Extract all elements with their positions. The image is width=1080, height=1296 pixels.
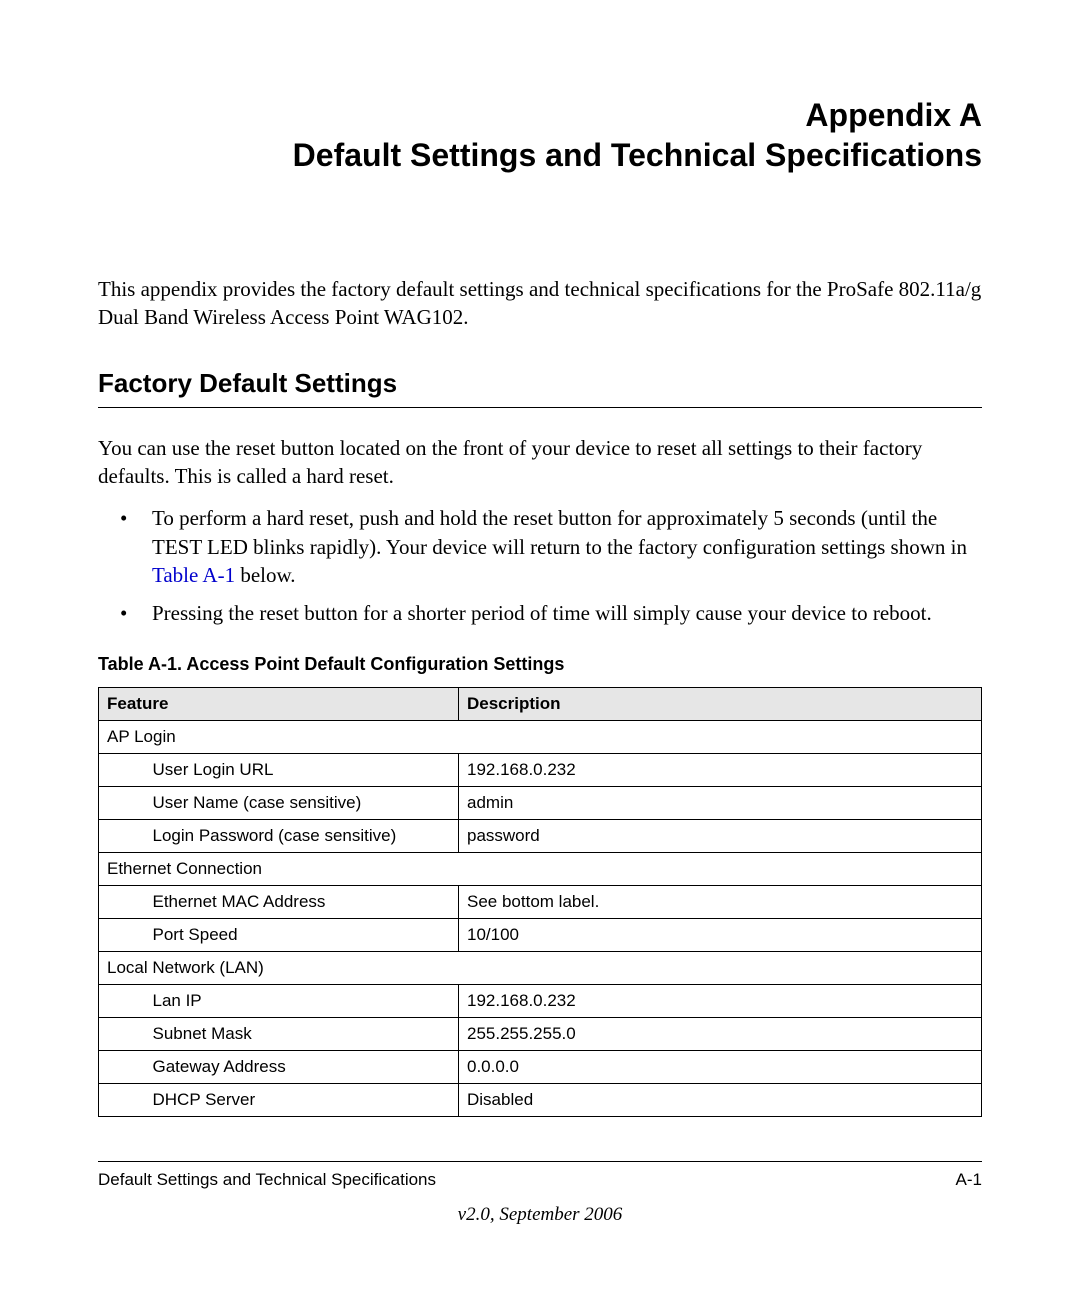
- table-row: Ethernet MAC Address See bottom label.: [99, 885, 982, 918]
- bullet-list: To perform a hard reset, push and hold t…: [98, 504, 982, 627]
- cell-desc: 10/100: [459, 918, 982, 951]
- cell-feature: User Login URL: [145, 753, 459, 786]
- footer-version: v2.0, September 2006: [98, 1204, 982, 1226]
- indent-cell: [99, 753, 145, 786]
- table-group-row: Ethernet Connection: [99, 852, 982, 885]
- cell-feature: Gateway Address: [145, 1050, 459, 1083]
- indent-cell: [99, 1083, 145, 1116]
- bullet-text-post: below.: [235, 563, 295, 587]
- body-paragraph: You can use the reset button located on …: [98, 434, 982, 491]
- list-item: Pressing the reset button for a shorter …: [138, 599, 982, 627]
- th-description: Description: [459, 687, 982, 720]
- cell-desc: Disabled: [459, 1083, 982, 1116]
- cell-desc: 192.168.0.232: [459, 753, 982, 786]
- table-group-row: AP Login: [99, 720, 982, 753]
- section-rule: [98, 407, 982, 408]
- config-table: Feature Description AP Login User Login …: [98, 687, 982, 1117]
- footer-rule: [98, 1161, 982, 1162]
- page: Appendix A Default Settings and Technica…: [0, 0, 1080, 1296]
- table-ref-link[interactable]: Table A-1: [152, 563, 235, 587]
- footer-left: Default Settings and Technical Specifica…: [98, 1170, 436, 1190]
- appendix-title: Appendix A Default Settings and Technica…: [98, 95, 982, 175]
- page-footer: Default Settings and Technical Specifica…: [98, 1161, 982, 1226]
- table-caption: Table A-1. Access Point Default Configur…: [98, 654, 982, 675]
- footer-page-number: A-1: [956, 1170, 982, 1190]
- table-row: DHCP Server Disabled: [99, 1083, 982, 1116]
- table-row: Subnet Mask 255.255.255.0: [99, 1017, 982, 1050]
- section-heading: Factory Default Settings: [98, 368, 982, 401]
- indent-cell: [99, 918, 145, 951]
- table-row: Gateway Address 0.0.0.0: [99, 1050, 982, 1083]
- indent-cell: [99, 984, 145, 1017]
- indent-cell: [99, 885, 145, 918]
- cell-feature: Ethernet MAC Address: [145, 885, 459, 918]
- list-item: To perform a hard reset, push and hold t…: [138, 504, 982, 589]
- cell-desc: admin: [459, 786, 982, 819]
- indent-cell: [99, 786, 145, 819]
- title-line-1: Appendix A: [98, 95, 982, 135]
- group-label: Ethernet Connection: [99, 852, 982, 885]
- footer-line: Default Settings and Technical Specifica…: [98, 1170, 982, 1190]
- cell-feature: Lan IP: [145, 984, 459, 1017]
- cell-feature: Login Password (case sensitive): [145, 819, 459, 852]
- indent-cell: [99, 819, 145, 852]
- indent-cell: [99, 1050, 145, 1083]
- th-feature: Feature: [99, 687, 459, 720]
- table-row: Port Speed 10/100: [99, 918, 982, 951]
- table-header-row: Feature Description: [99, 687, 982, 720]
- intro-paragraph: This appendix provides the factory defau…: [98, 275, 982, 332]
- indent-cell: [99, 1017, 145, 1050]
- title-line-2: Default Settings and Technical Specifica…: [98, 135, 982, 175]
- group-label: Local Network (LAN): [99, 951, 982, 984]
- cell-desc: password: [459, 819, 982, 852]
- table-row: User Login URL 192.168.0.232: [99, 753, 982, 786]
- cell-desc: 255.255.255.0: [459, 1017, 982, 1050]
- group-label: AP Login: [99, 720, 982, 753]
- cell-desc: See bottom label.: [459, 885, 982, 918]
- cell-feature: Subnet Mask: [145, 1017, 459, 1050]
- table-row: User Name (case sensitive) admin: [99, 786, 982, 819]
- cell-feature: DHCP Server: [145, 1083, 459, 1116]
- table-row: Login Password (case sensitive) password: [99, 819, 982, 852]
- cell-desc: 0.0.0.0: [459, 1050, 982, 1083]
- table-row: Lan IP 192.168.0.232: [99, 984, 982, 1017]
- cell-feature: User Name (case sensitive): [145, 786, 459, 819]
- cell-feature: Port Speed: [145, 918, 459, 951]
- table-group-row: Local Network (LAN): [99, 951, 982, 984]
- bullet-text-pre: To perform a hard reset, push and hold t…: [152, 506, 967, 558]
- cell-desc: 192.168.0.232: [459, 984, 982, 1017]
